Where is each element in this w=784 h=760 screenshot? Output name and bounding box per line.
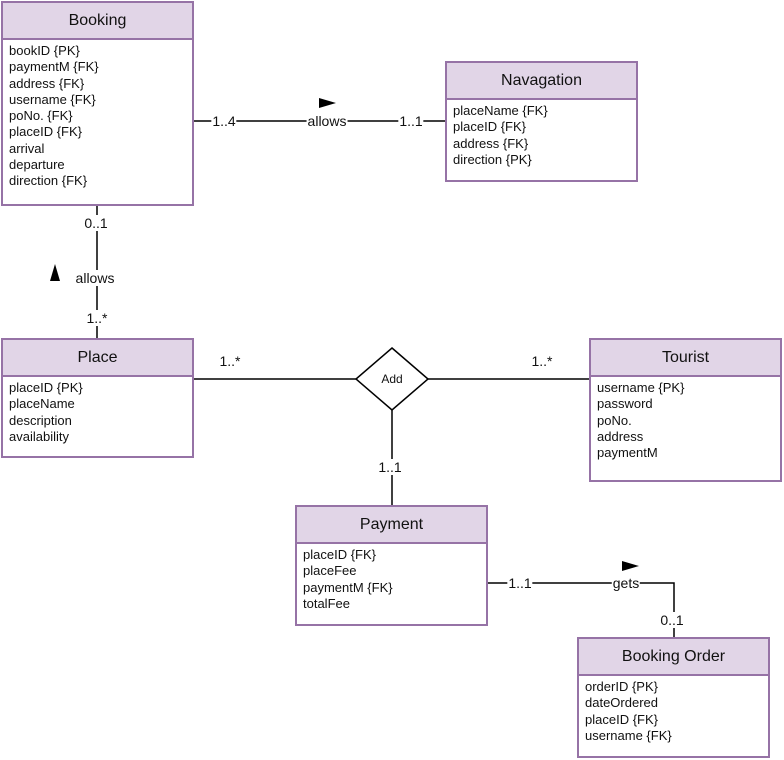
entity-title: Navagation [447, 63, 636, 100]
attribute: arrival [9, 140, 45, 156]
attribute: placeFee [303, 563, 357, 579]
attribute: poNo. [597, 412, 632, 428]
entity-title: Booking [3, 3, 192, 40]
cardinality-label: 1..* [85, 310, 109, 326]
attribute: placeID {FK} [453, 119, 526, 135]
attribute: orderID {PK} [585, 679, 658, 694]
attribute: totalFee [303, 595, 350, 611]
attribute: paymentM {FK} [303, 579, 393, 595]
attribute: username {FK} [9, 91, 96, 107]
attribute-list: orderID {PK} dateOrdered placeID {FK} usern… [579, 676, 768, 747]
attribute: description [9, 412, 72, 428]
cardinality-label: 1..1 [377, 459, 403, 475]
attribute: username {PK} [597, 380, 685, 395]
cardinality-label: 1..* [530, 353, 554, 369]
attribute: username {FK} [585, 727, 672, 743]
relationship-label: allows [306, 113, 348, 129]
attribute: placeName {FK} [453, 103, 548, 118]
cardinality-label: 0..1 [83, 215, 109, 231]
cardinality-label: 0..1 [659, 612, 685, 628]
entity-payment[interactable]: Payment placeID {FK} placeFee paymentM {FK}… [295, 505, 488, 626]
attribute: address [597, 428, 644, 444]
attribute: paymentM {FK} [9, 59, 99, 75]
attribute: paymentM [597, 445, 658, 461]
attribute: placeID {FK} [585, 711, 658, 727]
entity-tourist[interactable]: Tourist username {PK} password poNo. address… [589, 338, 782, 482]
entity-title: Tourist [591, 340, 780, 377]
attribute: address {FK} [9, 75, 85, 91]
attribute-list: placeID {FK} placeFee paymentM {FK} totalFe… [297, 544, 486, 615]
cardinality-label: 1..4 [211, 113, 237, 129]
relationship-label: gets [611, 575, 641, 591]
attribute: direction {FK} [9, 173, 88, 189]
add-label: Add [381, 372, 403, 386]
attribute: departure [9, 157, 65, 173]
cardinality-label: 1..* [218, 353, 242, 369]
attribute-list: placeID {PK} placeName description availabi… [3, 377, 192, 448]
entity-title: Place [3, 340, 192, 377]
attribute: poNo. {FK} [9, 108, 73, 124]
attribute: placeID {FK} [303, 547, 376, 562]
entity-title: Booking Order [579, 639, 768, 676]
attribute: bookID {PK} [9, 43, 80, 58]
attribute-list: username {PK} password poNo. address payment… [591, 377, 780, 464]
payment-order-line [487, 582, 675, 637]
entity-navagation[interactable]: Navagation placeName {FK} placeID {FK} addr… [445, 61, 638, 182]
cardinality-label: 1..1 [507, 575, 533, 591]
cardinality-label: 1..1 [398, 113, 424, 129]
attribute-list: bookID {PK} paymentM {FK} address {FK} user… [3, 40, 192, 193]
attribute: placeName [9, 396, 75, 412]
entity-place[interactable]: Place placeID {PK} placeName description ava… [1, 338, 194, 458]
arrow-right-icon [622, 561, 639, 571]
attribute: placeID {FK} [9, 124, 82, 140]
attribute: availability [9, 428, 69, 444]
er-diagram: Add 1..4 allows 1..1 0..1 allows 1..* 1.… [0, 0, 784, 760]
attribute: address {FK} [453, 135, 529, 151]
attribute: dateOrdered [585, 695, 658, 711]
entity-booking-order[interactable]: Booking Order orderID {PK} dateOrdered plac… [577, 637, 770, 758]
attribute: placeID {PK} [9, 380, 83, 395]
entity-booking[interactable]: Booking bookID {PK} paymentM {FK} address {… [1, 1, 194, 206]
entity-title: Payment [297, 507, 486, 544]
attribute-list: placeName {FK} placeID {FK} address {FK} di… [447, 100, 636, 171]
relationship-label: allows [74, 270, 116, 286]
attribute: direction {PK} [453, 151, 532, 167]
arrow-right-icon [319, 98, 336, 108]
attribute: password [597, 396, 653, 412]
arrow-up-icon [50, 264, 60, 281]
